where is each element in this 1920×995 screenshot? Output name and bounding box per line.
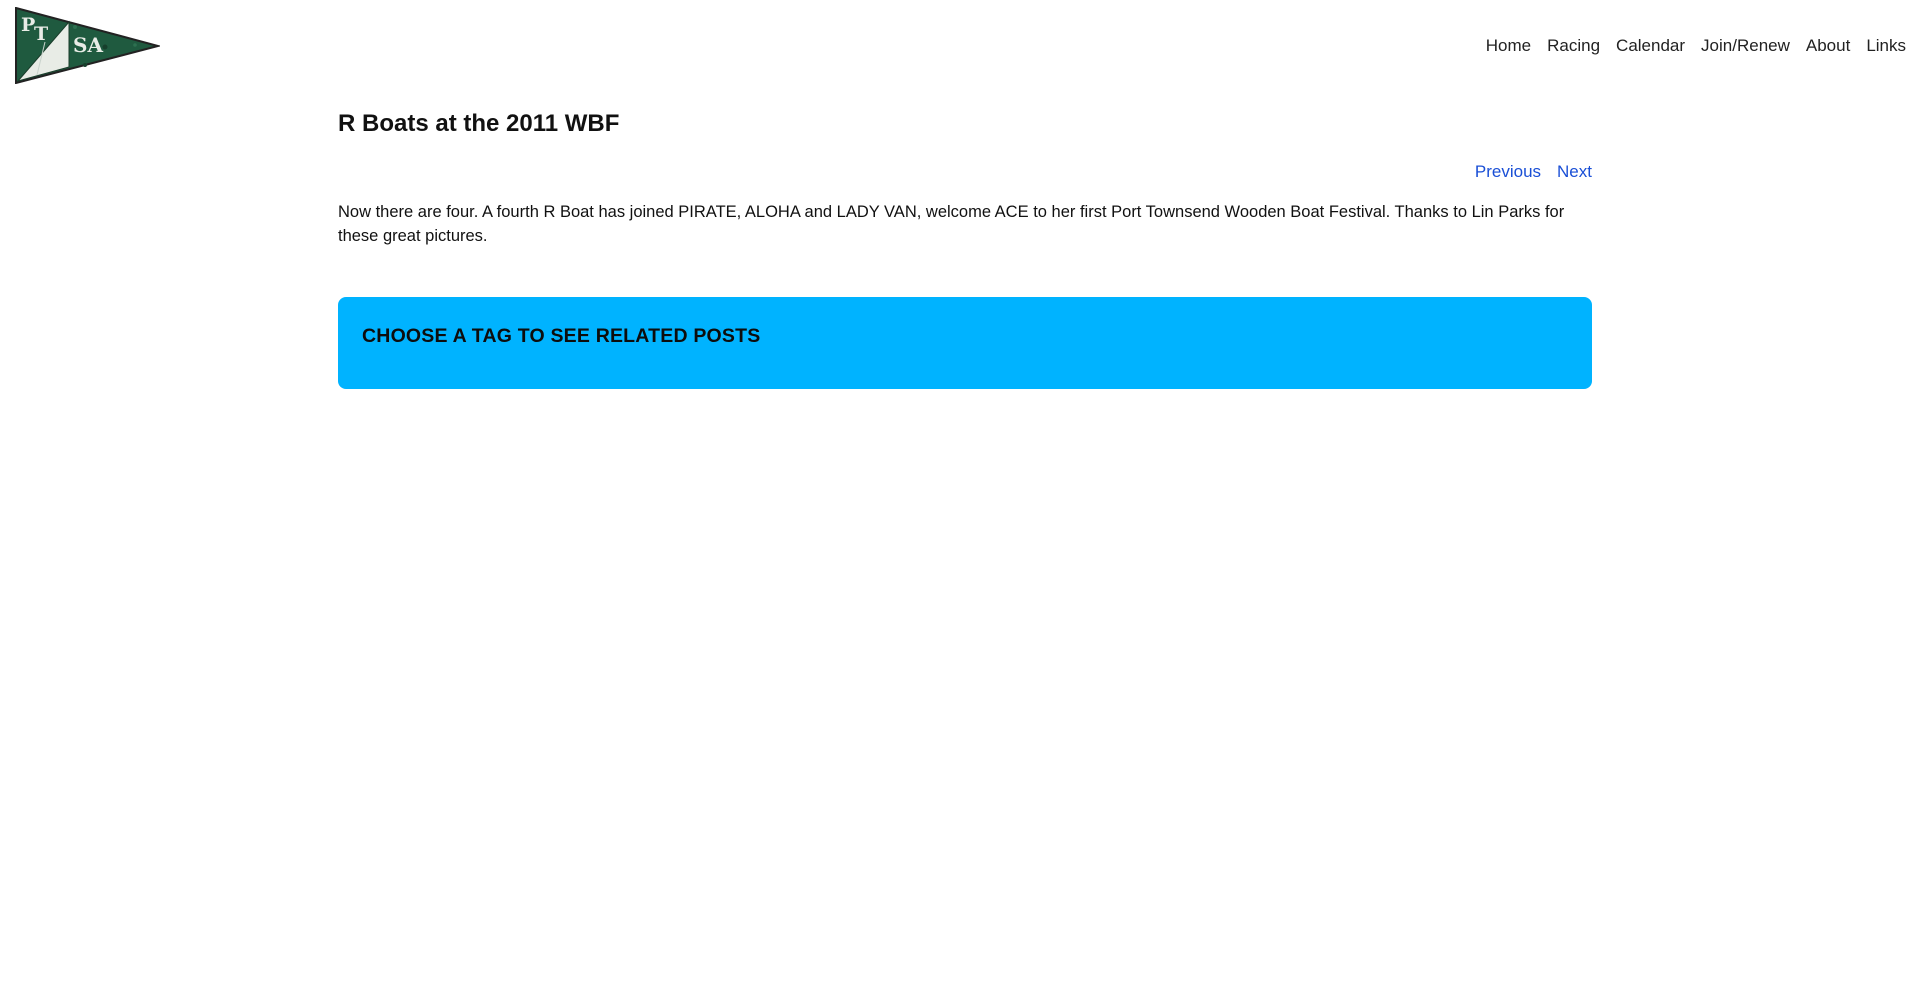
logo-letter-t: T — [34, 23, 48, 45]
nav-links[interactable]: Links — [1866, 34, 1906, 58]
nav-calendar[interactable]: Calendar — [1616, 34, 1685, 58]
previous-post-link[interactable]: Previous — [1475, 160, 1541, 184]
logo-letters-sa: SA — [73, 33, 103, 57]
post-title: R Boats at the 2011 WBF — [338, 110, 620, 137]
nav-about[interactable]: About — [1806, 34, 1850, 58]
post-navigation: Previous Next — [338, 160, 1592, 184]
site-header: P T SA Home Racing Calendar Join/Renew A… — [0, 0, 1920, 90]
site-logo-link[interactable]: P T SA — [15, 7, 160, 84]
tags-heading: CHOOSE A TAG TO SEE RELATED POSTS — [362, 325, 761, 347]
main-nav: Home Racing Calendar Join/Renew About Li… — [1486, 34, 1906, 58]
ptsa-pennant-logo-icon: P T SA — [15, 7, 160, 84]
nav-racing[interactable]: Racing — [1547, 34, 1600, 58]
next-post-link[interactable]: Next — [1557, 160, 1592, 184]
related-tags-box: CHOOSE A TAG TO SEE RELATED POSTS — [338, 297, 1592, 389]
nav-join-renew[interactable]: Join/Renew — [1701, 34, 1790, 58]
post-body-text: Now there are four. A fourth R Boat has … — [338, 203, 1565, 245]
nav-home[interactable]: Home — [1486, 34, 1531, 58]
post-content: R Boats at the 2011 WBF Previous Next No… — [338, 106, 1592, 389]
page: P T SA Home Racing Calendar Join/Renew A… — [0, 0, 1920, 995]
